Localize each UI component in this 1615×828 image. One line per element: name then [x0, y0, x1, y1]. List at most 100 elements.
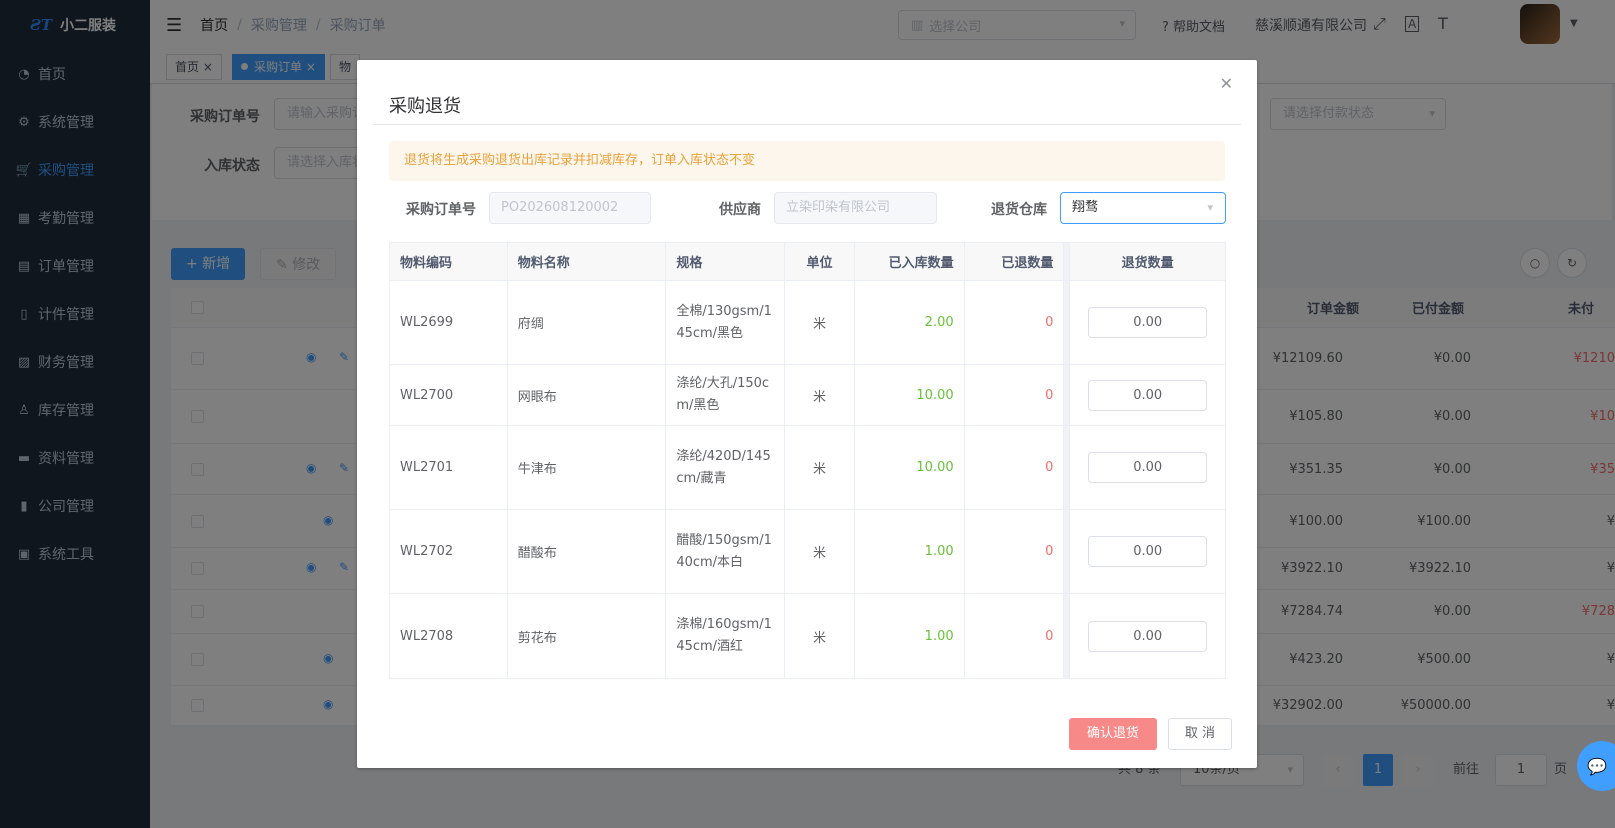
spec-cell: 涤棉/160gsm/145cm/酒红 [676, 617, 772, 654]
unit-cell-container: 米 [785, 365, 855, 425]
unit-cell: 米 [812, 546, 826, 561]
return-qty-input[interactable]: 0.00 [1088, 452, 1208, 483]
material-code-cell-container: WL2700 [390, 365, 508, 425]
purchase-return-dialog: 采购退货 ✕ 退货将生成采购退货出库记录并扣减库存，订单入库状态不变 采购订单号… [357, 60, 1257, 768]
material-code-cell: WL2701 [400, 460, 454, 475]
chat-icon: 💬 [1587, 756, 1607, 776]
table-row: WL2708 剪花布 涤棉/160gsm/145cm/酒红 米 1.00 0 0.00 [390, 594, 1225, 678]
spec-cell: 全棉/130gsm/145cm/黑色 [676, 303, 772, 341]
col-unit: 单位 [785, 243, 855, 280]
spec-cell: 涤纶/大孔/150cm/黑色 [676, 376, 770, 413]
unit-cell-container: 米 [785, 510, 855, 593]
return-qty-cell: 0.00 [1070, 281, 1225, 364]
unit-cell: 米 [812, 630, 826, 646]
returned-qty-cell: 0 [1045, 628, 1054, 644]
dialog-divider [373, 124, 1241, 125]
confirm-return-button[interactable]: 确认退货 [1069, 718, 1157, 750]
return-qty-input[interactable]: 0.00 [1088, 536, 1208, 567]
returned-qty-cell-container: 0 [965, 594, 1065, 678]
spec-cell-container: 醋酸/150gsm/140cm/本白 [666, 510, 786, 593]
spec-cell-container: 涤棉/160gsm/145cm/酒红 [666, 594, 786, 678]
spec-cell-container: 涤纶/420D/145cm/藏青 [666, 426, 786, 509]
warehouse-value: 翔骛 [1072, 200, 1099, 215]
table-row: WL2699 府绸 全棉/130gsm/145cm/黑色 米 2.00 0 0.00 [390, 281, 1225, 365]
material-code-cell: WL2699 [400, 315, 454, 330]
material-code-cell-container: WL2699 [390, 281, 508, 364]
return-qty-input[interactable]: 0.00 [1088, 379, 1208, 411]
unit-cell-container: 米 [785, 426, 855, 509]
returned-qty-cell: 0 [1045, 460, 1054, 475]
col-returned-qty: 已退数量 [965, 243, 1065, 280]
material-name-cell: 府绸 [517, 317, 544, 332]
table-row: WL2701 牛津布 涤纶/420D/145cm/藏青 米 10.00 0 0.00 [390, 426, 1225, 510]
spec-cell: 醋酸/150gsm/140cm/本白 [676, 532, 772, 570]
material-code-cell: WL2700 [400, 387, 454, 403]
return-items-table: 物料编码 物料名称 规格 单位 已入库数量 已退数量 退货数量 WL2699 府绸… [389, 242, 1226, 679]
table-row: WL2702 醋酸布 醋酸/150gsm/140cm/本白 米 1.00 0 0.00 [390, 510, 1225, 594]
return-table-body: WL2699 府绸 全棉/130gsm/145cm/黑色米 2.00 0 0.00 WL27… [390, 281, 1225, 678]
returned-qty-cell-container: 0 [965, 510, 1065, 593]
received-qty-cell-container: 2.00 [855, 281, 965, 364]
received-qty-cell: 10.00 [916, 460, 954, 475]
dialog-title: 采购退货 [389, 96, 461, 117]
close-icon[interactable]: ✕ [1220, 74, 1233, 93]
returned-qty-cell: 0 [1045, 315, 1054, 330]
return-qty-cell: 0.00 [1070, 594, 1225, 678]
material-name-cell-container: 醋酸布 [508, 510, 667, 593]
unit-cell-container: 米 [785, 594, 855, 678]
returned-qty-cell-container: 0 [965, 281, 1065, 364]
received-qty-cell-container: 10.00 [855, 426, 965, 509]
col-material-name: 物料名称 [508, 243, 667, 280]
table-row: WL2700 网眼布 涤纶/大孔/150cm/黑色 米 10.00 0 0.00 [390, 365, 1225, 426]
returned-qty-cell: 0 [1045, 544, 1054, 559]
chevron-down-icon: ▾ [1207, 201, 1213, 214]
warehouse-label: 退货仓库 [991, 202, 1047, 218]
return-qty-input[interactable]: 0.00 [1088, 620, 1208, 652]
unit-cell-container: 米 [785, 281, 855, 364]
material-name-cell: 醋酸布 [517, 546, 557, 561]
unit-cell: 米 [812, 462, 826, 477]
material-code-cell-container: WL2702 [390, 510, 508, 593]
material-name-cell-container: 牛津布 [508, 426, 667, 509]
received-qty-cell: 1.00 [924, 628, 954, 644]
supplier-field[interactable]: 立染印染有限公司 [774, 192, 937, 224]
order-no-label: 采购订单号 [406, 202, 476, 218]
supplier-label: 供应商 [719, 202, 761, 218]
cancel-button[interactable]: 取 消 [1168, 718, 1232, 750]
col-received-qty: 已入库数量 [855, 243, 965, 280]
return-qty-cell: 0.00 [1070, 510, 1225, 593]
col-spec: 规格 [666, 243, 786, 280]
return-qty-input[interactable]: 0.00 [1088, 307, 1208, 338]
received-qty-cell: 2.00 [924, 315, 954, 330]
received-qty-cell-container: 1.00 [855, 594, 965, 678]
unit-cell: 米 [812, 389, 826, 405]
unit-cell: 米 [812, 317, 826, 332]
material-name-cell: 网眼布 [517, 389, 557, 405]
material-name-cell-container: 网眼布 [508, 365, 667, 425]
return-qty-cell: 0.00 [1070, 426, 1225, 509]
spec-cell-container: 涤纶/大孔/150cm/黑色 [666, 365, 786, 425]
received-qty-cell: 1.00 [924, 544, 954, 559]
material-name-cell-container: 剪花布 [508, 594, 667, 678]
warehouse-select[interactable]: 翔骛 ▾ [1060, 192, 1226, 224]
col-return-qty: 退货数量 [1121, 256, 1174, 271]
return-table-header: 物料编码 物料名称 规格 单位 已入库数量 已退数量 退货数量 [390, 243, 1225, 281]
warning-alert: 退货将生成采购退货出库记录并扣减库存，订单入库状态不变 [389, 141, 1225, 181]
spec-cell-container: 全棉/130gsm/145cm/黑色 [666, 281, 786, 364]
material-code-cell: WL2708 [400, 628, 454, 644]
material-code-cell: WL2702 [400, 544, 454, 559]
col-material-code: 物料编码 [390, 243, 508, 280]
material-name-cell-container: 府绸 [508, 281, 667, 364]
returned-qty-cell: 0 [1045, 387, 1054, 403]
material-code-cell-container: WL2701 [390, 426, 508, 509]
material-name-cell: 牛津布 [517, 462, 557, 477]
material-name-cell: 剪花布 [517, 630, 557, 646]
order-no-field[interactable]: PO202608120002 [489, 192, 651, 224]
received-qty-cell: 10.00 [916, 387, 954, 403]
received-qty-cell-container: 1.00 [855, 510, 965, 593]
received-qty-cell-container: 10.00 [855, 365, 965, 425]
returned-qty-cell-container: 0 [965, 426, 1065, 509]
spec-cell: 涤纶/420D/145cm/藏青 [676, 448, 771, 486]
returned-qty-cell-container: 0 [965, 365, 1065, 425]
return-qty-cell: 0.00 [1070, 365, 1225, 425]
